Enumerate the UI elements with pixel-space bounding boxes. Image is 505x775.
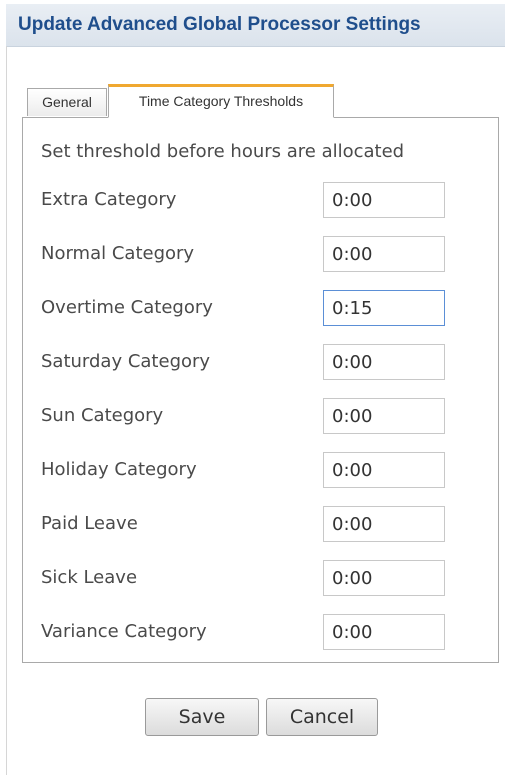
normal-category-label: Normal Category [41, 243, 195, 264]
paid-leave-label: Paid Leave [41, 513, 138, 534]
overtime-category-label: Overtime Category [41, 297, 213, 318]
dialog-title-bar: Update Advanced Global Processor Setting… [6, 4, 505, 47]
settings-dialog: Update Advanced Global Processor Setting… [0, 0, 505, 775]
variance-category-label: Variance Category [41, 621, 207, 642]
save-button[interactable]: Save [145, 698, 259, 736]
normal-category-input[interactable] [323, 236, 445, 272]
dialog-title: Update Advanced Global Processor Setting… [18, 14, 421, 35]
threshold-instruction: Set threshold before hours are allocated [41, 141, 405, 162]
holiday-category-label: Holiday Category [41, 459, 197, 480]
tab-general[interactable]: General [27, 88, 107, 116]
sun-category-input[interactable] [323, 398, 445, 434]
sick-leave-label: Sick Leave [41, 567, 138, 588]
variance-category-input[interactable] [323, 614, 445, 650]
thresholds-panel: Set threshold before hours are allocated… [22, 117, 499, 663]
overtime-category-input[interactable] [323, 290, 445, 326]
saturday-category-label: Saturday Category [41, 351, 211, 372]
cancel-button[interactable]: Cancel [266, 698, 378, 736]
holiday-category-input[interactable] [323, 452, 445, 488]
saturday-category-input[interactable] [323, 344, 445, 380]
paid-leave-input[interactable] [323, 506, 445, 542]
extra-category-label: Extra Category [41, 189, 177, 210]
tab-time-category-thresholds[interactable]: Time Category Thresholds [108, 84, 334, 118]
dialog-left-border [6, 46, 7, 775]
sick-leave-input[interactable] [323, 560, 445, 596]
extra-category-input[interactable] [323, 182, 445, 218]
sun-category-label: Sun Category [41, 405, 164, 426]
